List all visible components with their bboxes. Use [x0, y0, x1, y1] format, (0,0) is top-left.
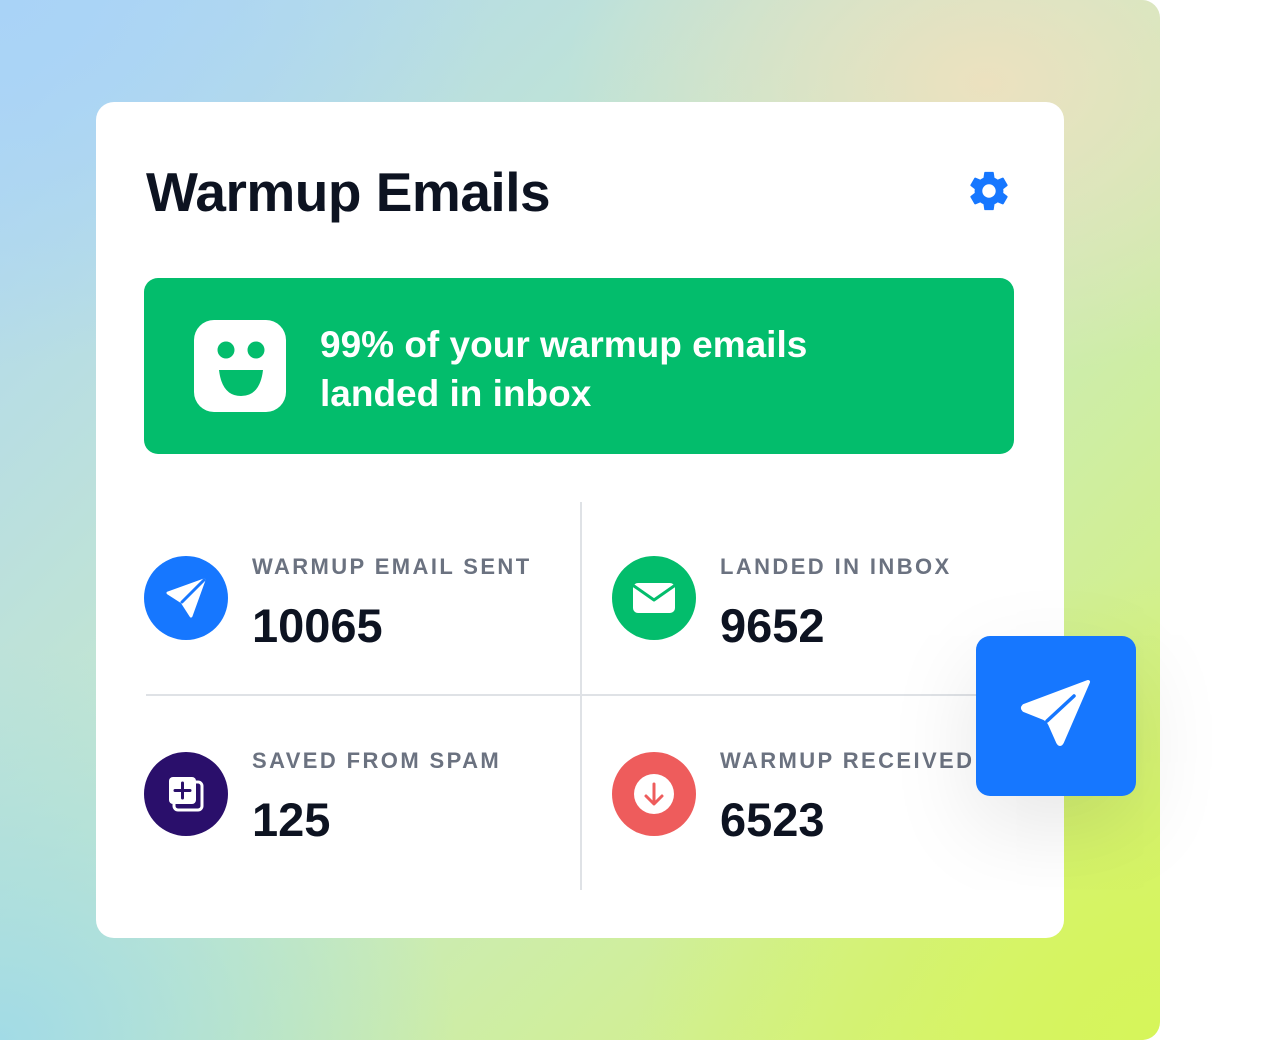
stat-label: SAVED FROM SPAM	[252, 748, 502, 773]
add-copy-icon	[144, 752, 228, 836]
stats-horizontal-divider	[146, 694, 1014, 696]
card-title: Warmup Emails	[146, 161, 551, 223]
stat-label: LANDED IN INBOX	[720, 554, 952, 579]
gear-icon[interactable]	[966, 168, 1012, 214]
smiley-face-icon	[194, 320, 286, 412]
paper-plane-icon	[144, 556, 228, 640]
stat-label: WARMUP EMAIL SENT	[252, 554, 532, 579]
warmup-emails-card: Warmup Emails 99% of your warmup emails …	[96, 102, 1064, 938]
stat-value: 10065	[252, 599, 383, 652]
banner-line-1: 99% of your warmup emails	[320, 324, 808, 365]
download-arrow-icon	[612, 752, 696, 836]
banner-line-2: landed in inbox	[320, 373, 592, 414]
banner-message: 99% of your warmup emails landed in inbo…	[320, 320, 960, 418]
stat-value: 125	[252, 793, 331, 846]
stat-value: 6523	[720, 793, 825, 846]
envelope-icon	[612, 556, 696, 640]
stats-vertical-divider	[580, 502, 582, 890]
navigation-arrow-icon	[1021, 680, 1090, 746]
stat-value: 9652	[720, 599, 825, 652]
inbox-rate-banner: 99% of your warmup emails landed in inbo…	[144, 278, 1014, 454]
floating-send-button[interactable]	[976, 636, 1136, 796]
stat-label: WARMUP RECEIVED	[720, 748, 975, 773]
